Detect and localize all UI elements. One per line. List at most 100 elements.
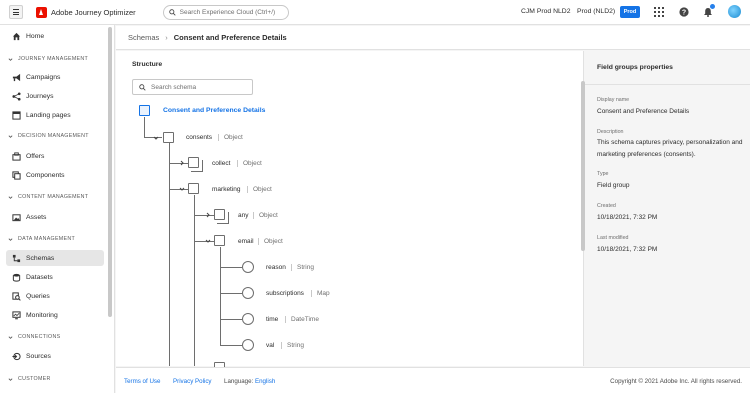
section-data-management[interactable]: DATA MANAGEMENT bbox=[8, 236, 75, 242]
language-value[interactable]: English bbox=[255, 378, 275, 385]
search-icon bbox=[168, 8, 176, 16]
display-name-value: Consent and Preference Details bbox=[597, 108, 690, 115]
tree-connector bbox=[194, 215, 214, 216]
terms-of-use-link[interactable]: Terms of Use bbox=[124, 378, 160, 385]
structure-panel: Structure Search schema Consent and Pref… bbox=[116, 51, 585, 373]
section-content-management[interactable]: CONTENT MANAGEMENT bbox=[8, 194, 88, 200]
language-selector[interactable]: Language: English bbox=[224, 378, 275, 385]
chevron-down-icon bbox=[8, 377, 13, 381]
global-search-input[interactable]: Search Experience Cloud (Ctrl+/) bbox=[162, 4, 289, 20]
node-object-icon bbox=[163, 132, 174, 143]
sidebar-item-queries[interactable]: Queries bbox=[6, 288, 104, 304]
section-decision-management[interactable]: DECISION MANAGEMENT bbox=[8, 133, 89, 139]
last-modified-value: 10/18/2021, 7:32 PM bbox=[597, 246, 658, 253]
schema-tree: Consent and Preference Details consents … bbox=[116, 51, 576, 373]
node-val-type: String bbox=[281, 342, 304, 349]
tree-connector bbox=[220, 345, 242, 346]
sidebar-item-label: Assets bbox=[26, 213, 47, 221]
field-group-properties-panel: Field groups properties Display name Con… bbox=[585, 51, 750, 366]
schema-root-label[interactable]: Consent and Preference Details bbox=[163, 107, 265, 114]
sidebar-item-assets[interactable]: Assets bbox=[6, 209, 104, 225]
schema-root-icon bbox=[139, 105, 150, 116]
sidebar-item-label: Home bbox=[26, 32, 45, 40]
sandbox-switcher[interactable]: Prod (NLD2) bbox=[577, 8, 615, 15]
sidebar-item-label: Datasets bbox=[26, 273, 53, 281]
node-consents-label[interactable]: consents bbox=[186, 134, 212, 141]
chevron-down-icon[interactable] bbox=[205, 238, 211, 244]
chevron-down-icon bbox=[8, 335, 13, 339]
node-marketing-label[interactable]: marketing bbox=[212, 186, 241, 193]
privacy-policy-link[interactable]: Privacy Policy bbox=[173, 378, 212, 385]
copyright-text: Copyright © 2021 Adobe Inc. All rights r… bbox=[610, 378, 742, 385]
sandbox-badge[interactable]: Prod bbox=[620, 6, 640, 18]
tree-connector bbox=[194, 241, 214, 242]
display-name-label: Display name bbox=[597, 97, 630, 103]
chevron-right-icon[interactable] bbox=[205, 212, 211, 218]
sidebar-item-label: Components bbox=[26, 171, 65, 179]
node-email-type: Object bbox=[258, 238, 283, 245]
section-customer[interactable]: CUSTOMER bbox=[8, 376, 51, 382]
help-icon[interactable]: ? bbox=[679, 7, 689, 17]
type-value: Field group bbox=[597, 182, 630, 189]
chevron-right-icon[interactable] bbox=[179, 160, 185, 166]
node-subscriptions-label[interactable]: subscriptions bbox=[266, 290, 304, 297]
node-object-stack-icon bbox=[188, 157, 203, 172]
chevron-down-icon bbox=[8, 57, 13, 61]
sidebar-item-landing-pages[interactable]: Landing pages bbox=[6, 107, 104, 123]
node-collect-label[interactable]: collect bbox=[212, 160, 230, 167]
language-label: Language: bbox=[224, 378, 254, 385]
apps-grid-icon[interactable] bbox=[654, 7, 664, 17]
org-switcher[interactable]: CJM Prod NLD2 bbox=[521, 8, 570, 15]
adobe-logo-icon[interactable] bbox=[36, 6, 47, 18]
app-title[interactable]: Adobe Journey Optimizer bbox=[51, 8, 136, 17]
monitoring-icon bbox=[12, 310, 21, 319]
home-icon bbox=[12, 32, 21, 40]
sidebar-item-label: Schemas bbox=[26, 254, 55, 262]
node-val-label[interactable]: val bbox=[266, 342, 274, 349]
tree-connector bbox=[220, 247, 221, 346]
node-reason-label[interactable]: reason bbox=[266, 264, 286, 271]
properties-title: Field groups properties bbox=[597, 64, 673, 71]
node-time-label[interactable]: time bbox=[266, 316, 278, 323]
node-object-stack-icon bbox=[214, 209, 229, 224]
landing-page-icon bbox=[12, 110, 21, 120]
tree-connector bbox=[220, 319, 242, 320]
sidebar-item-campaigns[interactable]: Campaigns bbox=[6, 69, 104, 85]
tree-connector bbox=[220, 267, 242, 268]
description-value: This schema captures privacy, personaliz… bbox=[597, 139, 743, 158]
chevron-down-icon[interactable] bbox=[153, 135, 159, 141]
sidebar-item-schemas[interactable]: Schemas bbox=[6, 250, 104, 266]
node-field-icon bbox=[242, 313, 254, 325]
components-icon bbox=[12, 170, 21, 180]
node-any-type: Object bbox=[253, 212, 278, 219]
last-modified-label: Last modified bbox=[597, 235, 629, 241]
node-email-label[interactable]: email bbox=[238, 238, 254, 245]
sidebar-item-label: Monitoring bbox=[26, 311, 58, 319]
sidebar-item-datasets[interactable]: Datasets bbox=[6, 269, 104, 285]
sidebar-item-components[interactable]: Components bbox=[6, 167, 104, 183]
section-journey-management[interactable]: JOURNEY MANAGEMENT bbox=[8, 56, 88, 62]
node-marketing-type: Object bbox=[247, 186, 272, 193]
dataset-icon bbox=[12, 273, 21, 282]
journey-flow-icon bbox=[12, 91, 21, 101]
chevron-down-icon[interactable] bbox=[179, 186, 185, 192]
section-connections[interactable]: CONNECTIONS bbox=[8, 334, 60, 340]
created-label: Created bbox=[597, 203, 616, 209]
footer: Terms of Use Privacy Policy Language: En… bbox=[116, 367, 750, 393]
schema-icon bbox=[12, 254, 21, 262]
sidebar-item-home[interactable]: Home bbox=[6, 28, 104, 44]
sidebar-item-offers[interactable]: Offers bbox=[6, 148, 104, 164]
user-avatar[interactable] bbox=[728, 5, 741, 18]
node-consents-type: Object bbox=[218, 134, 243, 141]
sidebar-item-journeys[interactable]: Journeys bbox=[6, 88, 104, 104]
node-any-label[interactable]: any bbox=[238, 212, 248, 219]
sidebar-scrollbar[interactable] bbox=[108, 27, 112, 317]
breadcrumb-schemas-link[interactable]: Schemas bbox=[128, 33, 159, 42]
query-icon bbox=[12, 291, 21, 301]
tree-connector bbox=[194, 195, 195, 366]
sidebar-item-monitoring[interactable]: Monitoring bbox=[6, 307, 104, 323]
sidebar-item-sources[interactable]: Sources bbox=[6, 348, 104, 364]
offers-icon bbox=[12, 151, 21, 161]
menu-toggle-button[interactable] bbox=[9, 5, 23, 19]
sidebar-item-label: Queries bbox=[26, 292, 50, 300]
